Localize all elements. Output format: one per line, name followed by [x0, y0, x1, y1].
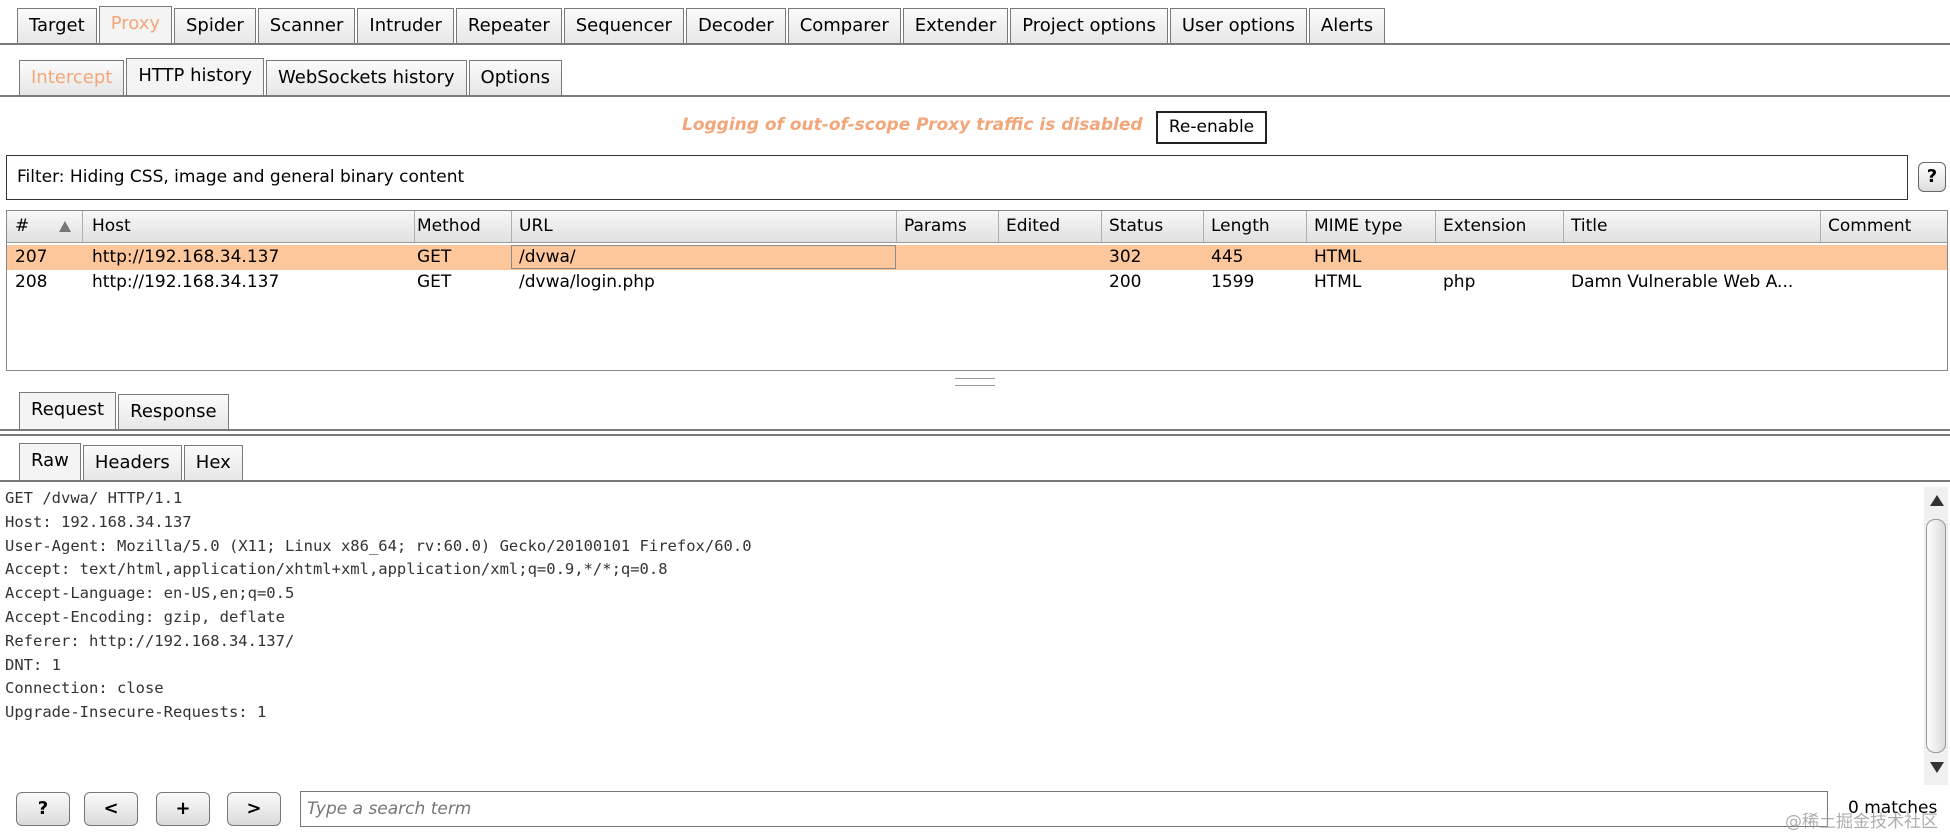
column-header-method[interactable]: Method	[409, 211, 512, 242]
re-enable-button[interactable]: Re-enable	[1156, 111, 1267, 144]
cell-length: 445	[1211, 247, 1244, 267]
table-row[interactable]: 208 http://192.168.34.137 GET /dvwa/logi…	[7, 270, 1947, 295]
search-input[interactable]	[300, 791, 1828, 827]
cell-host: http://192.168.34.137	[92, 247, 280, 267]
column-header-comment[interactable]: Comment	[1820, 211, 1947, 242]
search-next-button[interactable]: >	[227, 792, 281, 826]
scroll-down-icon[interactable]	[1930, 762, 1944, 773]
cell-method: GET	[417, 247, 452, 267]
cell-status: 200	[1109, 272, 1142, 292]
tab-http-history[interactable]: HTTP history	[126, 58, 265, 96]
main-tab-bar: Target Proxy Spider Scanner Intruder Rep…	[0, 6, 1950, 44]
proxy-tab-divider	[0, 95, 1950, 97]
tab-proxy[interactable]: Proxy	[98, 6, 172, 44]
pane-splitter-handle[interactable]	[955, 378, 995, 386]
request-header-line: Referer: http://192.168.34.137/	[5, 631, 295, 650]
view-tab-divider	[0, 480, 1950, 482]
tab-repeater[interactable]: Repeater	[455, 8, 562, 44]
tab-scanner[interactable]: Scanner	[257, 8, 356, 44]
search-previous-button[interactable]: <	[84, 792, 138, 826]
column-header-extension[interactable]: Extension	[1435, 211, 1564, 242]
cell-edited	[998, 270, 1101, 295]
request-header-line: Host: 192.168.34.137	[5, 512, 192, 531]
search-help-button[interactable]: ?	[16, 792, 70, 826]
scroll-up-icon[interactable]	[1930, 495, 1944, 506]
tab-target[interactable]: Target	[17, 8, 97, 44]
column-header-edited[interactable]: Edited	[998, 211, 1102, 242]
request-header-line: Accept: text/html,application/xhtml+xml,…	[5, 560, 668, 579]
table-row[interactable]: 207 http://192.168.34.137 GET /dvwa/ 302…	[7, 245, 1947, 270]
cell-length: 1599	[1211, 272, 1255, 292]
tab-project-options[interactable]: Project options	[1010, 8, 1168, 44]
cell-edited	[998, 245, 1101, 270]
request-header-line: User-Agent: Mozilla/5.0 (X11; Linux x86_…	[5, 536, 752, 555]
help-icon[interactable]: ?	[1918, 162, 1946, 192]
tab-decoder[interactable]: Decoder	[685, 8, 786, 44]
cell-extension	[1435, 245, 1563, 270]
tab-websockets-history[interactable]: WebSockets history	[266, 60, 467, 96]
column-header-number[interactable]: #	[7, 211, 83, 242]
search-add-button[interactable]: +	[156, 792, 210, 826]
tab-response[interactable]: Response	[118, 394, 229, 430]
cell-params	[896, 245, 998, 270]
cell-focus-outline	[511, 245, 896, 269]
request-line: GET /dvwa/ HTTP/1.1	[5, 489, 183, 507]
cell-extension: php	[1443, 272, 1476, 292]
tab-hex[interactable]: Hex	[183, 445, 243, 481]
message-tab-bar: Request Response	[0, 392, 1950, 430]
cell-params	[896, 270, 998, 295]
watermark: @稀土掘金技术社区	[1785, 812, 1938, 832]
message-tab-divider	[0, 429, 1950, 431]
request-header-line: Accept-Encoding: gzip, deflate	[5, 607, 285, 626]
tab-request[interactable]: Request	[19, 392, 117, 430]
column-header-url[interactable]: URL	[511, 211, 897, 242]
column-header-mime-type[interactable]: MIME type	[1306, 211, 1436, 242]
cell-method: GET	[417, 272, 452, 292]
tab-headers[interactable]: Headers	[82, 445, 182, 481]
tab-comparer[interactable]: Comparer	[787, 8, 901, 44]
main-tab-divider	[0, 43, 1950, 45]
column-header-title[interactable]: Title	[1563, 211, 1821, 242]
cell-comment	[1820, 270, 1947, 295]
proxy-tab-bar: Intercept HTTP history WebSockets histor…	[0, 56, 1950, 96]
column-header-host[interactable]: Host	[84, 211, 415, 242]
cell-number: 208	[15, 272, 48, 292]
cell-host: http://192.168.34.137	[92, 272, 280, 292]
request-header-line: Upgrade-Insecure-Requests: 1	[5, 703, 267, 722]
tab-extender[interactable]: Extender	[902, 8, 1009, 44]
column-header-status[interactable]: Status	[1101, 211, 1204, 242]
column-header-params[interactable]: Params	[896, 211, 999, 242]
tab-user-options[interactable]: User options	[1169, 8, 1307, 44]
tab-spider[interactable]: Spider	[174, 8, 256, 44]
message-panel-border	[0, 434, 1950, 436]
column-header-length[interactable]: Length	[1203, 211, 1307, 242]
view-tab-bar: Raw Headers Hex	[0, 443, 1950, 481]
request-header-line: DNT: 1	[5, 655, 61, 674]
tab-sequencer[interactable]: Sequencer	[563, 8, 684, 44]
cell-url: /dvwa/login.php	[519, 272, 655, 292]
filter-bar[interactable]: Filter: Hiding CSS, image and general bi…	[6, 155, 1908, 200]
cell-comment	[1820, 245, 1947, 270]
vertical-scrollbar[interactable]	[1924, 487, 1948, 785]
scope-logging-message: Logging of out-of-scope Proxy traffic is…	[682, 115, 1143, 135]
scrollbar-thumb[interactable]	[1926, 519, 1946, 753]
raw-request-editor[interactable]: GET /dvwa/ HTTP/1.1 Host: 192.168.34.137…	[0, 487, 1922, 787]
sort-ascending-icon	[59, 221, 71, 232]
tab-proxy-options[interactable]: Options	[468, 60, 562, 96]
cell-mime-type: HTML	[1314, 247, 1362, 267]
cell-mime-type: HTML	[1314, 272, 1362, 292]
tab-intercept[interactable]: Intercept	[19, 60, 125, 96]
cell-number: 207	[15, 247, 48, 267]
request-header-line: Connection: close	[5, 679, 164, 698]
tab-intruder[interactable]: Intruder	[357, 8, 454, 44]
history-table: # Host Method URL Params Edited Status L…	[6, 210, 1948, 371]
cell-status: 302	[1109, 247, 1142, 267]
tab-alerts[interactable]: Alerts	[1308, 8, 1386, 44]
table-header: # Host Method URL Params Edited Status L…	[7, 211, 1947, 243]
tab-raw[interactable]: Raw	[19, 443, 81, 481]
cell-title	[1563, 245, 1820, 270]
cell-title: Damn Vulnerable Web A...	[1571, 272, 1794, 292]
request-header-line: Accept-Language: en-US,en;q=0.5	[5, 584, 295, 603]
